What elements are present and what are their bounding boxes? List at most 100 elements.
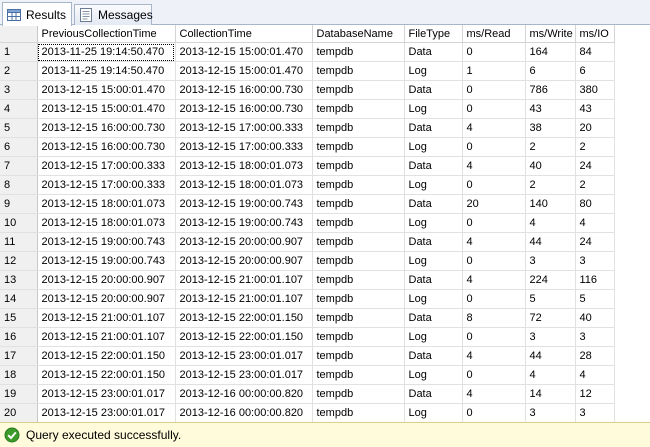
collection-time-cell[interactable]: 2013-12-15 23:00:01.017 [175,365,313,385]
row-number[interactable]: 13 [0,270,38,290]
table-row[interactable]: 18 2013-12-15 22:00:01.150 2013-12-15 23:0… [0,365,615,385]
row-number[interactable]: 11 [0,232,38,252]
column-header-ms-write[interactable]: ms/Write [525,25,576,43]
collection-time-cell[interactable]: 2013-12-15 19:00:00.743 [175,213,313,233]
collection-time-cell[interactable]: 2013-12-15 21:00:01.107 [175,289,313,309]
results-grid[interactable]: PreviousCollectionTime CollectionTime Da… [0,25,650,422]
row-number[interactable]: 15 [0,308,38,328]
database-name-cell[interactable]: tempdb [312,251,405,271]
collection-time-cell[interactable]: 2013-12-15 20:00:00.907 [175,232,313,252]
previous-collection-time-cell[interactable]: 2013-12-15 16:00:00.730 [37,137,176,157]
file-type-cell[interactable]: Log [404,61,463,81]
database-name-cell[interactable]: tempdb [312,308,405,328]
file-type-cell[interactable]: Log [404,327,463,347]
file-type-cell[interactable]: Data [404,156,463,176]
table-row[interactable]: 16 2013-12-15 21:00:01.107 2013-12-15 22:0… [0,327,615,347]
previous-collection-time-cell[interactable]: 2013-12-15 23:00:01.017 [37,403,176,422]
ms-io-cell[interactable]: 2 [575,137,615,157]
table-row[interactable]: 5 2013-12-15 16:00:00.730 2013-12-15 17:00… [0,118,615,138]
previous-collection-time-cell[interactable]: 2013-11-25 19:14:50.470 [37,61,176,81]
ms-write-cell[interactable]: 4 [525,365,576,385]
collection-time-cell[interactable]: 2013-12-15 16:00:00.730 [175,99,313,119]
previous-collection-time-cell[interactable]: 2013-12-15 19:00:00.743 [37,251,176,271]
collection-time-cell[interactable]: 2013-12-15 18:00:01.073 [175,156,313,176]
row-number[interactable]: 1 [0,42,38,62]
table-row[interactable]: 8 2013-12-15 17:00:00.333 2013-12-15 18:00… [0,175,615,195]
row-number[interactable]: 19 [0,384,38,404]
ms-read-cell[interactable]: 4 [462,270,526,290]
ms-io-cell[interactable]: 380 [575,80,615,100]
database-name-cell[interactable]: tempdb [312,175,405,195]
file-type-cell[interactable]: Log [404,99,463,119]
table-row[interactable]: 15 2013-12-15 21:00:01.107 2013-12-15 22:0… [0,308,615,328]
column-header-filetype[interactable]: FileType [404,25,463,43]
row-number[interactable]: 8 [0,175,38,195]
previous-collection-time-cell[interactable]: 2013-12-15 22:00:01.150 [37,346,176,366]
ms-write-cell[interactable]: 14 [525,384,576,404]
ms-read-cell[interactable]: 4 [462,118,526,138]
previous-collection-time-cell[interactable]: 2013-12-15 22:00:01.150 [37,365,176,385]
collection-time-cell[interactable]: 2013-12-15 21:00:01.107 [175,270,313,290]
ms-read-cell[interactable]: 0 [462,327,526,347]
database-name-cell[interactable]: tempdb [312,118,405,138]
collection-time-cell[interactable]: 2013-12-16 00:00:00.820 [175,384,313,404]
collection-time-cell[interactable]: 2013-12-15 17:00:00.333 [175,118,313,138]
file-type-cell[interactable]: Data [404,270,463,290]
ms-io-cell[interactable]: 2 [575,175,615,195]
file-type-cell[interactable]: Data [404,308,463,328]
ms-read-cell[interactable]: 0 [462,403,526,422]
ms-io-cell[interactable]: 5 [575,289,615,309]
previous-collection-time-cell[interactable]: 2013-12-15 15:00:01.470 [37,99,176,119]
file-type-cell[interactable]: Data [404,384,463,404]
ms-read-cell[interactable]: 0 [462,137,526,157]
row-number[interactable]: 16 [0,327,38,347]
row-number[interactable]: 20 [0,403,38,422]
row-number[interactable]: 7 [0,156,38,176]
ms-io-cell[interactable]: 24 [575,232,615,252]
ms-io-cell[interactable]: 80 [575,194,615,214]
ms-io-cell[interactable]: 40 [575,308,615,328]
table-row[interactable]: 3 2013-12-15 15:00:01.470 2013-12-15 16:00… [0,80,615,100]
ms-read-cell[interactable]: 4 [462,384,526,404]
ms-read-cell[interactable]: 0 [462,251,526,271]
table-row[interactable]: 20 2013-12-15 23:00:01.017 2013-12-16 00:0… [0,403,615,422]
ms-write-cell[interactable]: 40 [525,156,576,176]
collection-time-cell[interactable]: 2013-12-15 23:00:01.017 [175,346,313,366]
row-number[interactable]: 5 [0,118,38,138]
ms-read-cell[interactable]: 4 [462,156,526,176]
tab-messages[interactable]: Messages [74,4,153,25]
tab-results[interactable]: Results [2,2,72,26]
file-type-cell[interactable]: Log [404,213,463,233]
database-name-cell[interactable]: tempdb [312,99,405,119]
ms-write-cell[interactable]: 3 [525,327,576,347]
table-row[interactable]: 2 2013-11-25 19:14:50.470 2013-12-15 15:00… [0,61,615,81]
row-number[interactable]: 9 [0,194,38,214]
previous-collection-time-cell[interactable]: 2013-12-15 20:00:00.907 [37,270,176,290]
table-row[interactable]: 12 2013-12-15 19:00:00.743 2013-12-15 20:0… [0,251,615,271]
table-row[interactable]: 6 2013-12-15 16:00:00.730 2013-12-15 17:00… [0,137,615,157]
table-row[interactable]: 11 2013-12-15 19:00:00.743 2013-12-15 20:0… [0,232,615,252]
database-name-cell[interactable]: tempdb [312,384,405,404]
previous-collection-time-cell[interactable]: 2013-11-25 19:14:50.470 [37,42,176,62]
file-type-cell[interactable]: Data [404,118,463,138]
collection-time-cell[interactable]: 2013-12-15 22:00:01.150 [175,327,313,347]
ms-io-cell[interactable]: 24 [575,156,615,176]
ms-read-cell[interactable]: 8 [462,308,526,328]
ms-write-cell[interactable]: 4 [525,213,576,233]
previous-collection-time-cell[interactable]: 2013-12-15 16:00:00.730 [37,118,176,138]
ms-io-cell[interactable]: 20 [575,118,615,138]
database-name-cell[interactable]: tempdb [312,137,405,157]
ms-io-cell[interactable]: 3 [575,251,615,271]
table-row[interactable]: 4 2013-12-15 15:00:01.470 2013-12-15 16:00… [0,99,615,119]
database-name-cell[interactable]: tempdb [312,327,405,347]
ms-write-cell[interactable]: 6 [525,61,576,81]
database-name-cell[interactable]: tempdb [312,194,405,214]
previous-collection-time-cell[interactable]: 2013-12-15 18:00:01.073 [37,194,176,214]
ms-io-cell[interactable]: 3 [575,403,615,422]
previous-collection-time-cell[interactable]: 2013-12-15 18:00:01.073 [37,213,176,233]
database-name-cell[interactable]: tempdb [312,80,405,100]
database-name-cell[interactable]: tempdb [312,213,405,233]
collection-time-cell[interactable]: 2013-12-15 17:00:00.333 [175,137,313,157]
table-row[interactable]: 7 2013-12-15 17:00:00.333 2013-12-15 18:00… [0,156,615,176]
ms-write-cell[interactable]: 140 [525,194,576,214]
